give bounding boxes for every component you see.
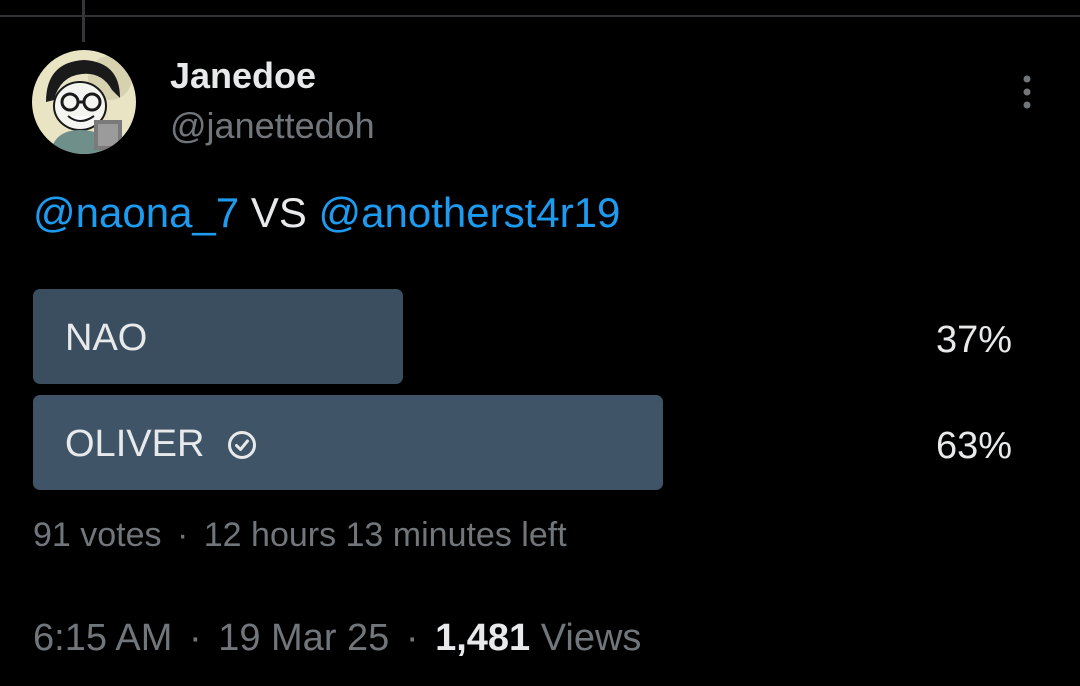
views-count[interactable]: 1,481 <box>435 617 530 659</box>
poll-option-label: OLIVER <box>65 423 258 466</box>
mention-link-2[interactable]: @anotherst4r19 <box>319 189 621 236</box>
user-handle[interactable]: @janettedoh <box>170 106 375 146</box>
post-date[interactable]: 19 Mar 25 <box>218 617 389 659</box>
versus-text: VS <box>250 189 307 236</box>
separator-dot: · <box>405 617 419 659</box>
mention-link-1[interactable]: @naona_7 <box>33 189 239 236</box>
timestamp-row: 6:15 AM · 19 Mar 25 · 1,481 Views <box>33 616 641 660</box>
separator-dot: · <box>176 516 189 554</box>
poll-option-label-text: OLIVER <box>65 423 205 465</box>
poll-option-percent: 37% <box>935 319 1012 361</box>
poll-option-oliver[interactable]: OLIVER 63% <box>33 395 1033 490</box>
display-name[interactable]: Janedoe <box>170 56 316 96</box>
poll-option-nao[interactable]: NAO 37% <box>33 289 1033 384</box>
check-circle-icon <box>228 430 257 459</box>
poll-option-label: NAO <box>65 317 147 360</box>
views-label: Views <box>540 617 642 659</box>
top-divider <box>0 15 1080 17</box>
thread-line <box>82 0 85 42</box>
time-left: 12 hours 13 minutes left <box>203 516 567 554</box>
poll-option-label-text: NAO <box>65 317 148 359</box>
vote-count: 91 votes <box>33 516 162 554</box>
poll-option-percent: 63% <box>935 425 1012 467</box>
more-options-button[interactable] <box>1012 72 1042 112</box>
cartoon-avatar-icon <box>32 50 136 154</box>
post-time[interactable]: 6:15 AM <box>33 617 172 659</box>
tweet-text: @naona_7 VS @anotherst4r19 <box>33 190 620 236</box>
poll-meta: 91 votes · 12 hours 13 minutes left <box>33 516 567 554</box>
separator-dot: · <box>188 617 202 659</box>
avatar[interactable] <box>32 50 136 154</box>
vertical-ellipsis-icon <box>1023 75 1031 109</box>
